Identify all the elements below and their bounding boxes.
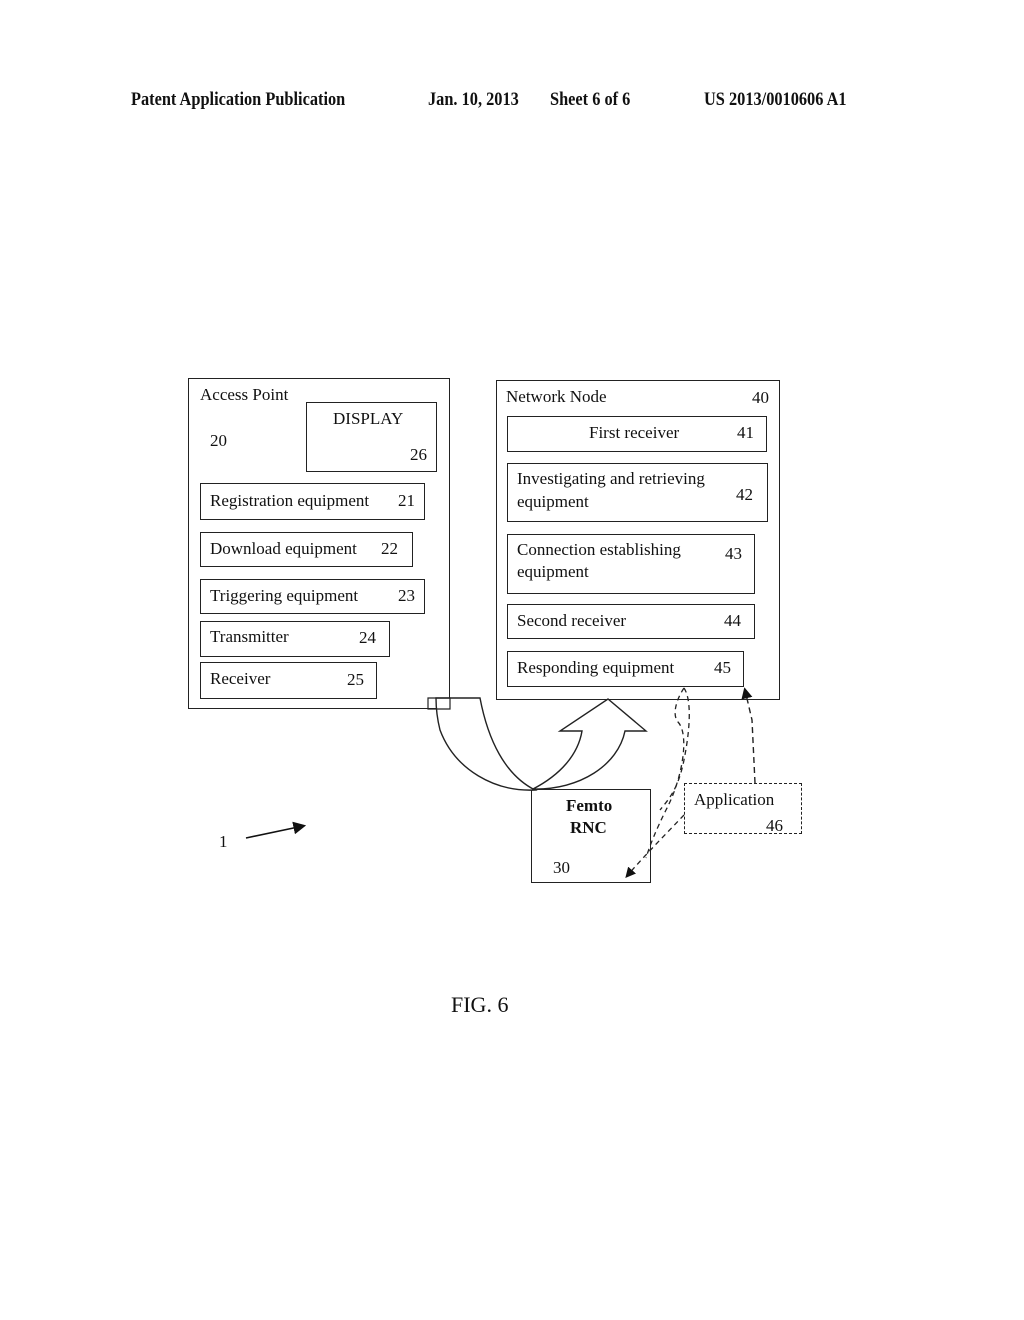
display-label: DISPLAY	[333, 409, 404, 428]
first-receiver-ref: 41	[737, 423, 754, 442]
network-node-title: Network Node	[506, 387, 607, 406]
registration-equipment-label: Registration equipment	[210, 491, 370, 510]
application-ref: 46	[766, 816, 783, 835]
receiver-ref: 25	[347, 670, 364, 689]
connection-establishing-label: Connection establishing	[517, 540, 681, 559]
download-equipment-label: Download equipment	[210, 539, 357, 558]
femto-rnc-label-line2: RNC	[570, 818, 607, 837]
investigating-retrieving-label: Investigating and retrieving	[517, 469, 705, 488]
femto-rnc-label-line1: Femto	[566, 796, 613, 815]
investigating-retrieving-ref: 42	[736, 485, 753, 504]
dashed-loop-responding-to-rnc	[645, 687, 685, 859]
figure-label: FIG. 6	[451, 992, 509, 1017]
display-ref: 26	[410, 445, 427, 464]
application-label: Application	[694, 790, 775, 809]
transmitter-label: Transmitter	[210, 627, 289, 646]
receiver-label: Receiver	[210, 669, 271, 688]
network-node-ref: 40	[752, 388, 769, 407]
transmitter-ref: 24	[359, 628, 376, 647]
investigating-retrieving-label-line2: equipment	[517, 492, 589, 511]
triggering-equipment-ref: 23	[398, 586, 415, 605]
header-publication: Patent Application Publication	[131, 89, 346, 110]
access-point-title: Access Point	[200, 385, 289, 404]
curved-arrow-ap-to-rnc	[435, 697, 538, 791]
connection-establishing-ref: 43	[725, 544, 742, 563]
curved-arrow-rnc-to-node	[532, 698, 648, 790]
dashed-arrow-app-to-responding	[741, 687, 756, 784]
header-patent-number: US 2013/0010606 A1	[704, 89, 847, 110]
access-point-ref: 20	[210, 431, 227, 450]
header-date: Jan. 10, 2013	[428, 89, 519, 110]
download-equipment-ref: 22	[381, 539, 398, 558]
system-ref-arrow	[245, 821, 307, 839]
triggering-equipment-label: Triggering equipment	[210, 586, 359, 605]
first-receiver-label: First receiver	[589, 423, 680, 442]
connection-establishing-label-line2: equipment	[517, 562, 589, 581]
responding-equipment-label: Responding equipment	[517, 658, 675, 677]
femto-rnc-ref: 30	[553, 858, 570, 877]
second-receiver-ref: 44	[724, 611, 741, 630]
responding-equipment-ref: 45	[714, 658, 731, 677]
registration-equipment-ref: 21	[398, 491, 415, 510]
header-sheet: Sheet 6 of 6	[550, 89, 631, 110]
second-receiver-label: Second receiver	[517, 611, 627, 630]
system-ref-label: 1	[219, 832, 228, 851]
